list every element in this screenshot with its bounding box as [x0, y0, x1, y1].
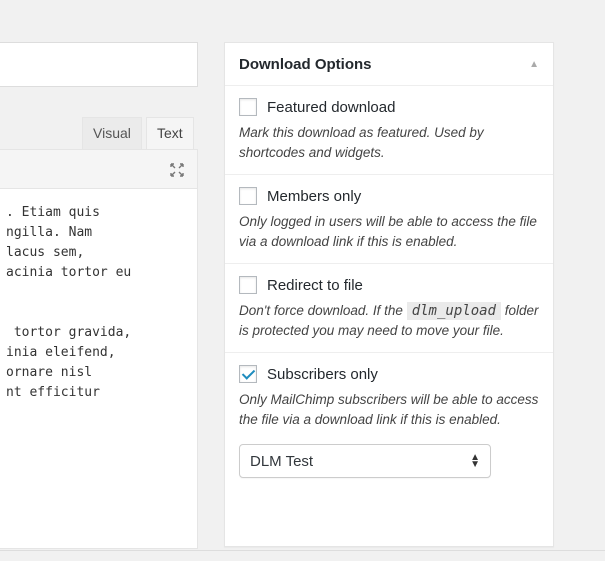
redirect-label[interactable]: Redirect to file — [267, 277, 363, 294]
tab-text[interactable]: Text — [146, 117, 194, 149]
subscribers-only-label[interactable]: Subscribers only — [267, 366, 378, 383]
code-line: ornare nisl — [6, 365, 93, 380]
option-members-only: Members only Only logged in users will b… — [225, 175, 553, 264]
code-line: ngilla. Nam — [6, 225, 93, 240]
editor-textarea[interactable]: . Etiam quis ngilla. Nam lacus sem, acin… — [0, 189, 198, 549]
members-only-description: Only logged in users will be able to acc… — [239, 214, 537, 249]
code-line: nt efficitur — [6, 385, 100, 400]
metabox-header[interactable]: Download Options ▲ — [225, 43, 553, 86]
featured-label[interactable]: Featured download — [267, 99, 395, 116]
code-line: lacus sem, — [6, 245, 85, 260]
redirect-desc-code: dlm_upload — [406, 302, 501, 320]
code-line: acinia tortor eu — [6, 265, 132, 280]
post-editor: Visual Text . Etiam quis ngilla. Nam lac… — [0, 0, 200, 561]
members-only-label[interactable]: Members only — [267, 188, 361, 205]
fullscreen-icon[interactable] — [169, 162, 185, 178]
triangle-up-icon[interactable]: ▲ — [529, 59, 539, 70]
download-options-metabox: Download Options ▲ Featured download Mar… — [224, 42, 554, 547]
select-value: DLM Test — [250, 452, 314, 470]
metabox-title: Download Options — [239, 55, 372, 73]
tab-visual[interactable]: Visual — [82, 117, 142, 149]
option-subscribers-only: Subscribers only Only MailChimp subscrib… — [225, 353, 553, 489]
redirect-checkbox[interactable] — [239, 276, 257, 294]
divider — [0, 550, 605, 551]
subscribers-only-description: Only MailChimp subscribers will be able … — [239, 392, 539, 427]
redirect-desc-before: Don't force download. If the — [239, 303, 403, 318]
subscribers-only-checkbox[interactable] — [239, 365, 257, 383]
mailchimp-list-select[interactable]: DLM Test ▲ ▼ — [239, 444, 491, 478]
code-line: . Etiam quis — [6, 205, 100, 220]
option-featured: Featured download Mark this download as … — [225, 86, 553, 175]
code-line: inia eleifend, — [6, 345, 116, 360]
editor-tabs: Visual Text — [0, 87, 200, 149]
redirect-description: Don't force download. If the dlm_upload … — [239, 301, 539, 341]
featured-checkbox[interactable] — [239, 98, 257, 116]
post-title-input[interactable] — [0, 42, 198, 87]
code-line: tortor gravida, — [6, 325, 132, 340]
option-redirect: Redirect to file Don't force download. I… — [225, 264, 553, 353]
members-only-checkbox[interactable] — [239, 187, 257, 205]
updown-arrows-icon: ▲ ▼ — [470, 452, 480, 470]
editor-toolbar — [0, 149, 198, 189]
featured-description: Mark this download as featured. Used by … — [239, 125, 484, 160]
